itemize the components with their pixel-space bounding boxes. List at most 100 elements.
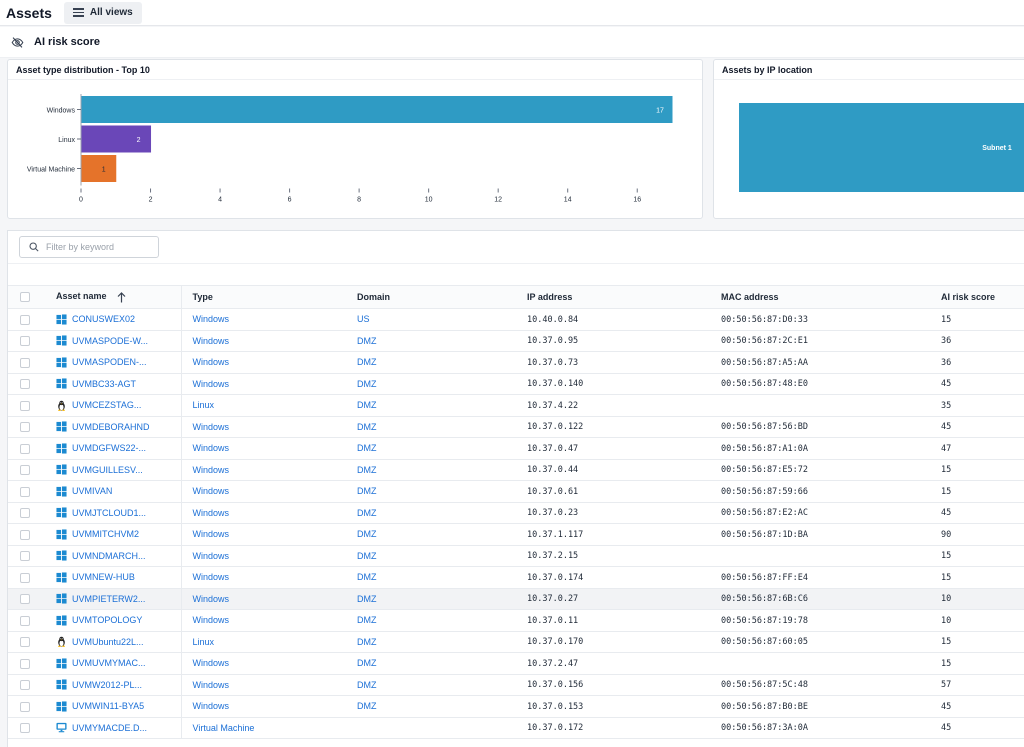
domain-link[interactable]: DMZ	[357, 529, 377, 539]
row-checkbox[interactable]	[20, 723, 30, 734]
type-link[interactable]: Windows	[193, 486, 230, 496]
domain-link[interactable]: DMZ	[357, 508, 377, 518]
row-checkbox[interactable]	[20, 508, 30, 519]
table-row[interactable]: UVMBC33-AGT Windows DMZ 10.37.0.140 00:50:56…	[8, 373, 1024, 395]
table-row[interactable]: UVMYMACDE.D... Virtual Machine 10.37.0.172…	[8, 717, 1024, 739]
type-link[interactable]: Virtual Machine	[193, 723, 255, 733]
table-row[interactable]: UVMJTCLOUD1... Windows DMZ 10.37.0.23 00:50:…	[8, 502, 1024, 524]
row-checkbox[interactable]	[20, 486, 30, 497]
table-row[interactable]: UVMIVAN Windows DMZ 10.37.0.61 00:50:56:87:5…	[8, 480, 1024, 503]
column-header-ai-risk-score[interactable]: AI risk score	[941, 285, 1024, 309]
domain-link[interactable]: DMZ	[357, 465, 377, 475]
type-link[interactable]: Windows	[193, 680, 230, 690]
type-link[interactable]: Windows	[193, 465, 230, 475]
domain-link[interactable]: DMZ	[357, 701, 377, 711]
all-views-button[interactable]: All views	[63, 1, 142, 24]
domain-link[interactable]: DMZ	[357, 680, 377, 690]
asset-name-link[interactable]: UVMTOPOLOGY	[72, 615, 142, 625]
table-row[interactable]: UVMASPODE-W... Windows DMZ 10.37.0.95 00:50:…	[8, 330, 1024, 352]
type-link[interactable]: Linux	[193, 400, 215, 410]
asset-name-link[interactable]: UVMWIN11-BYA5	[72, 701, 144, 711]
domain-link[interactable]: DMZ	[357, 379, 377, 389]
sort-ascending-icon[interactable]	[117, 291, 126, 303]
domain-link[interactable]: DMZ	[357, 594, 377, 604]
table-row[interactable]: UVMDEBORAHND Windows DMZ 10.37.0.122 00:50:5…	[8, 416, 1024, 438]
type-link[interactable]: Windows	[193, 529, 230, 539]
table-row[interactable]: CONUSWEX02 Windows US 10.40.0.84 00:50:56:87…	[8, 308, 1024, 331]
type-link[interactable]: Windows	[193, 658, 230, 668]
asset-name-link[interactable]: UVMCEZSTAG...	[72, 400, 141, 410]
row-checkbox[interactable]	[20, 551, 30, 562]
asset-name-link[interactable]: UVMYMACDE.D...	[72, 723, 147, 733]
domain-link[interactable]: DMZ	[357, 422, 377, 432]
bar-linux[interactable]	[81, 125, 152, 153]
asset-name-link[interactable]: UVMUbuntu22L...	[72, 637, 144, 647]
type-link[interactable]: Windows	[193, 443, 230, 453]
select-all-checkbox[interactable]	[20, 292, 30, 303]
asset-name-link[interactable]: UVMASPODE-W...	[72, 336, 148, 346]
type-link[interactable]: Windows	[193, 701, 230, 711]
type-link[interactable]: Windows	[193, 594, 230, 604]
table-row[interactable]: UVMMITCHVM2 Windows DMZ 10.37.1.117 00:50:56…	[8, 523, 1024, 546]
domain-link[interactable]: DMZ	[357, 486, 377, 496]
domain-link[interactable]: DMZ	[357, 400, 377, 410]
row-checkbox[interactable]	[20, 336, 30, 347]
domain-link[interactable]: DMZ	[357, 336, 377, 346]
filter-box[interactable]	[19, 236, 159, 258]
row-checkbox[interactable]	[20, 572, 30, 583]
type-link[interactable]: Windows	[193, 422, 230, 432]
domain-link[interactable]: DMZ	[357, 443, 377, 453]
row-checkbox[interactable]	[20, 443, 30, 454]
asset-name-link[interactable]: UVMMITCHVM2	[72, 529, 139, 539]
row-checkbox[interactable]	[20, 422, 30, 433]
row-checkbox[interactable]	[20, 680, 30, 691]
domain-link[interactable]: DMZ	[357, 637, 377, 647]
column-header-type[interactable]: Type	[181, 285, 357, 309]
type-link[interactable]: Windows	[193, 551, 230, 561]
type-link[interactable]: Windows	[193, 336, 230, 346]
table-row[interactable]: UVMUbuntu22L... Linux DMZ 10.37.0.170 00:50:…	[8, 631, 1024, 653]
bar-windows[interactable]	[81, 96, 673, 123]
row-checkbox[interactable]	[20, 314, 30, 325]
row-checkbox[interactable]	[20, 400, 30, 411]
asset-name-link[interactable]: CONUSWEX02	[72, 314, 135, 324]
type-link[interactable]: Linux	[193, 637, 215, 647]
asset-name-link[interactable]: UVMPIETERW2...	[72, 594, 145, 604]
domain-link[interactable]: DMZ	[357, 357, 377, 367]
asset-name-link[interactable]: UVMW2012-PL...	[72, 680, 142, 690]
filter-input[interactable]	[46, 242, 146, 252]
domain-link[interactable]: US	[357, 314, 370, 324]
asset-name-link[interactable]: UVMDGFWS22-...	[72, 443, 146, 453]
table-row[interactable]: UVMGUILLESV... Windows DMZ 10.37.0.44 00:50:…	[8, 459, 1024, 481]
column-header-domain[interactable]: Domain	[357, 285, 527, 309]
asset-name-link[interactable]: UVMIVAN	[72, 486, 112, 496]
type-link[interactable]: Windows	[193, 615, 230, 625]
row-checkbox[interactable]	[20, 658, 30, 669]
domain-link[interactable]: DMZ	[357, 572, 377, 582]
asset-name-link[interactable]: UVMNEW-HUB	[72, 572, 135, 582]
domain-link[interactable]: DMZ	[357, 615, 377, 625]
row-checkbox[interactable]	[20, 357, 30, 368]
row-checkbox[interactable]	[20, 594, 30, 605]
bar-virtual-machine[interactable]	[81, 155, 117, 182]
table-row[interactable]: UVMW2012-PL... Windows DMZ 10.37.0.156 00:50…	[8, 674, 1024, 696]
table-row[interactable]: UVMUVMYMAC... Windows DMZ 10.37.2.47 15	[8, 652, 1024, 675]
table-row[interactable]: UVMCEZSTAG... Linux DMZ 10.37.4.22 35	[8, 394, 1024, 417]
type-link[interactable]: Windows	[193, 357, 230, 367]
asset-name-link[interactable]: UVMJTCLOUD1...	[72, 508, 146, 518]
asset-name-link[interactable]: UVMNDMARCH...	[72, 551, 146, 561]
asset-name-link[interactable]: UVMGUILLESV...	[72, 465, 143, 475]
row-checkbox[interactable]	[20, 615, 30, 626]
row-checkbox[interactable]	[20, 379, 30, 390]
column-header-asset-name[interactable]: Asset name	[56, 285, 182, 309]
table-row[interactable]: UVMDGFWS22-... Windows DMZ 10.37.0.47 00:50:…	[8, 437, 1024, 460]
asset-name-link[interactable]: UVMUVMYMAC...	[72, 658, 146, 668]
eye-slash-icon[interactable]	[11, 36, 24, 49]
row-checkbox[interactable]	[20, 637, 30, 648]
domain-link[interactable]: DMZ	[357, 658, 377, 668]
row-checkbox[interactable]	[20, 701, 30, 712]
asset-name-link[interactable]: UVMBC33-AGT	[72, 379, 136, 389]
asset-name-link[interactable]: UVMASPODEN-...	[72, 357, 147, 367]
table-row[interactable]: UVMWIN11-BYA5 Windows DMZ 10.37.0.153 00:50:…	[8, 695, 1024, 718]
table-row[interactable]: UVMNEW-HUB Windows DMZ 10.37.0.174 00:50:56:…	[8, 566, 1024, 589]
